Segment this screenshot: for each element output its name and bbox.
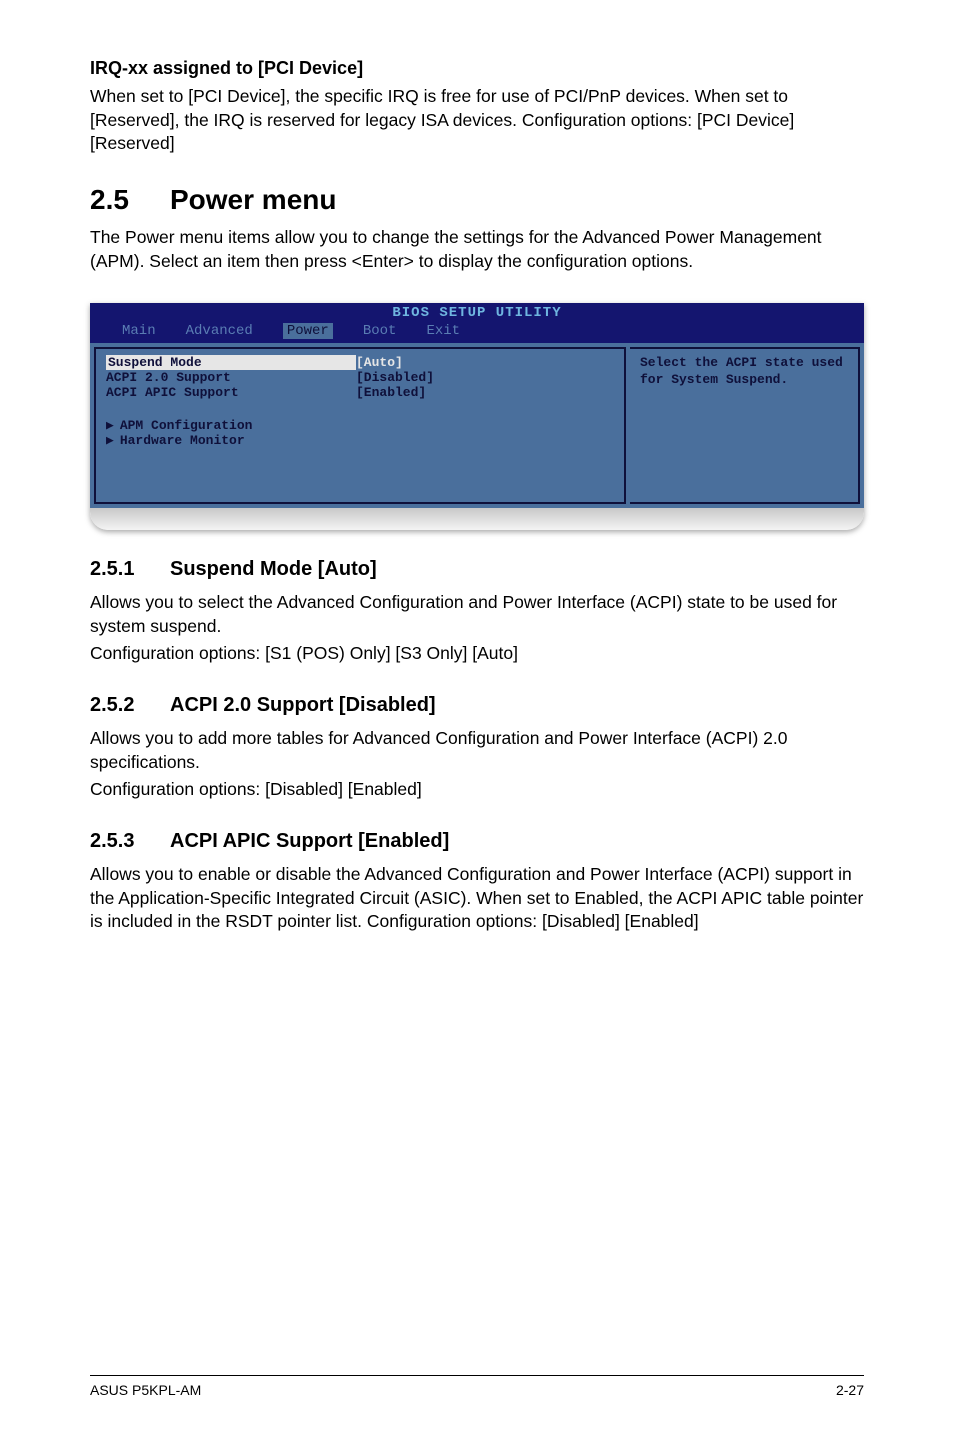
power-menu-number: 2.5 [90,184,170,216]
bios-tab-bar: Main Advanced Power Boot Exit [90,321,864,343]
bios-title: BIOS SETUP UTILITY [90,303,864,321]
power-menu-title: Power menu [170,184,336,215]
bios-body: Suspend Mode [Auto] ACPI 2.0 Support [Di… [90,343,864,508]
bios-submenus: ▶ APM Configuration ▶ Hardware Monitor [106,418,614,448]
irq-heading: IRQ-xx assigned to [PCI Device] [90,58,864,79]
bios-tab-advanced[interactable]: Advanced [186,323,253,339]
s252-title: ACPI 2.0 Support [Disabled] [170,694,436,716]
s251-number: 2.5.1 [90,558,170,581]
bios-row-suspend[interactable]: Suspend Mode [Auto] [106,355,614,370]
s252-heading: 2.5.2ACPI 2.0 Support [Disabled] [90,694,864,717]
s251-title: Suspend Mode [Auto] [170,558,377,580]
s253-heading: 2.5.3ACPI APIC Support [Enabled] [90,830,864,853]
power-menu-intro: The Power menu items allow you to change… [90,226,864,273]
bios-tab-exit[interactable]: Exit [426,323,460,339]
bios-tab-main[interactable]: Main [122,323,156,339]
bios-row-value: [Disabled] [356,370,434,385]
page-footer: ASUS P5KPL-AM 2-27 [90,1375,864,1398]
bios-row-label: ACPI APIC Support [106,385,356,400]
bios-row-apic[interactable]: ACPI APIC Support [Enabled] [106,385,614,400]
bios-row-value: [Enabled] [356,385,426,400]
bios-sub-label: APM Configuration [120,418,253,433]
s253-body: Allows you to enable or disable the Adva… [90,863,864,934]
bios-row-label: Suspend Mode [106,355,356,370]
footer-right: 2-27 [836,1382,864,1398]
triangle-right-icon: ▶ [106,433,114,448]
s252-number: 2.5.2 [90,694,170,717]
s251-opts: Configuration options: [S1 (POS) Only] [… [90,642,864,666]
s251-heading: 2.5.1Suspend Mode [Auto] [90,558,864,581]
bios-tab-power[interactable]: Power [283,323,333,339]
triangle-right-icon: ▶ [106,418,114,433]
bios-tab-boot[interactable]: Boot [363,323,397,339]
s252-opts: Configuration options: [Disabled] [Enabl… [90,778,864,802]
s253-number: 2.5.3 [90,830,170,853]
bios-row-value: [Auto] [356,355,403,370]
s252-body: Allows you to add more tables for Advanc… [90,727,864,774]
bios-sub-apm[interactable]: ▶ APM Configuration [106,418,614,433]
bios-row-acpi20[interactable]: ACPI 2.0 Support [Disabled] [106,370,614,385]
bios-left-pane: Suspend Mode [Auto] ACPI 2.0 Support [Di… [94,347,626,504]
irq-body: When set to [PCI Device], the specific I… [90,85,864,156]
bios-bottom-edge [90,508,864,530]
bios-sub-label: Hardware Monitor [120,433,245,448]
bios-screenshot: BIOS SETUP UTILITY Main Advanced Power B… [90,303,864,530]
bios-sub-hw[interactable]: ▶ Hardware Monitor [106,433,614,448]
power-menu-heading: 2.5Power menu [90,184,864,216]
s253-title: ACPI APIC Support [Enabled] [170,830,449,852]
s251-body: Allows you to select the Advanced Config… [90,591,864,638]
bios-row-label: ACPI 2.0 Support [106,370,356,385]
footer-left: ASUS P5KPL-AM [90,1382,201,1398]
bios-help-pane: Select the ACPI state used for System Su… [630,347,860,504]
